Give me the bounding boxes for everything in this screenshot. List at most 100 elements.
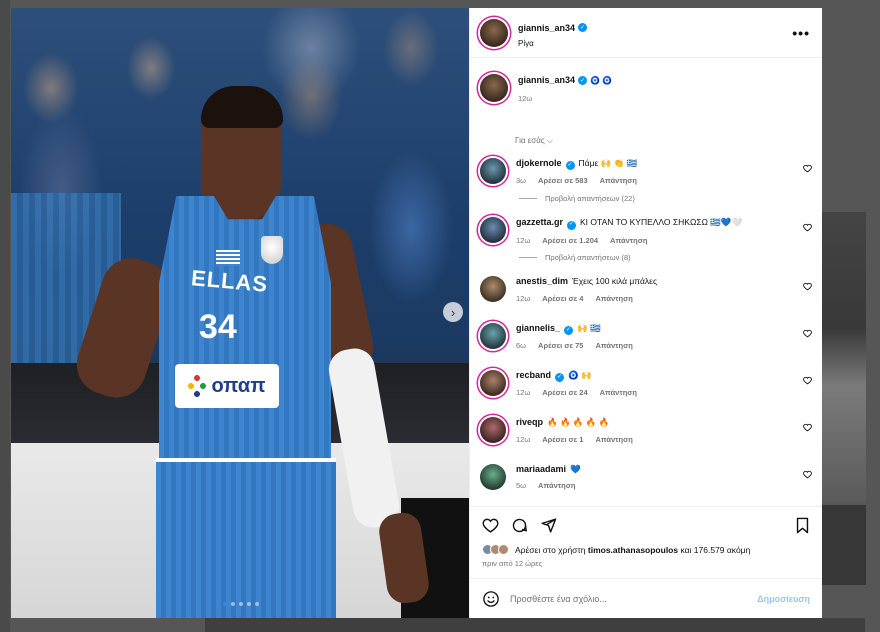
liker-username[interactable]: timos.athanasopoulos (588, 545, 678, 555)
send-icon[interactable] (540, 517, 557, 534)
verified-badge-icon: ✓ (564, 326, 574, 336)
reply-button[interactable]: Απάντηση (595, 341, 632, 351)
comment-text: ΚΙ ΟΤΑΝ ΤΟ ΚΥΠΕΛΛΟ ΣΗΚΩΣΩ 🇬🇷💙🤍 (580, 217, 743, 228)
comment-time[interactable]: 12ω (516, 294, 530, 304)
caption-time[interactable]: 12ω (518, 94, 532, 103)
heart-icon[interactable] (803, 164, 812, 173)
reply-button[interactable]: Απάντηση (600, 388, 637, 398)
slide-dot (247, 602, 251, 606)
heart-icon[interactable] (803, 282, 812, 291)
commenter-username[interactable]: mariaadami (516, 464, 566, 476)
comment-likes[interactable]: Αρέσει σε 75 (538, 341, 583, 351)
reply-button[interactable]: Απάντηση (595, 435, 632, 445)
comment-text: 🔥 🔥 🔥 🔥 🔥 (547, 417, 610, 428)
player-shorts (156, 458, 336, 618)
post-photo[interactable]: ELLAS 34 οπαπ › (11, 8, 469, 618)
comment-time[interactable]: 6ω (516, 341, 526, 351)
greek-flag-patch (216, 250, 240, 266)
reply-button[interactable]: Απάντηση (600, 176, 637, 186)
likes-summary: Αρέσει στο χρήστη timos.athanasopoulos κ… (482, 544, 810, 555)
author-username-text[interactable]: giannis_an34 (518, 23, 575, 33)
publish-button[interactable]: Δημοσίευση (757, 594, 810, 604)
commenter-username[interactable]: recband (516, 370, 551, 382)
author-username[interactable]: giannis_an34 ✓ (518, 23, 588, 33)
comment-item: recband ✓ 🧿 🙌 12ω Αρέσει σε 24 Απάντηση (480, 368, 812, 398)
heart-icon[interactable] (803, 423, 812, 432)
comment-text: 💙 (570, 463, 581, 474)
smiley-icon[interactable] (482, 590, 500, 608)
more-options-icon[interactable]: ••• (792, 25, 810, 41)
comment-item: giannelis_ ✓ 🙌 🇬🇷 6ω Αρέσει σε 75 Απάντηση (480, 321, 812, 351)
comment-thread: djokernole ✓ Πάμε 🙌 👏 🇬🇷 3ω Αρέσει σε 583 Απά… (480, 156, 812, 491)
comment-likes[interactable]: Αρέσει σε 583 (538, 176, 588, 186)
comment-item: gazzetta.gr ✓ ΚΙ ΟΤΑΝ ΤΟ ΚΥΠΕΛΛΟ ΣΗΚΩΣΩ 🇬🇷… (480, 215, 812, 245)
commenter-username[interactable]: riveqp (516, 417, 543, 429)
sort-comments-dropdown[interactable]: Για εσάς ⌵ (515, 136, 812, 146)
likes-count[interactable]: και 176.579 ακόμη (680, 545, 750, 555)
verified-badge-icon: ✓ (567, 220, 577, 230)
liker-avatars (482, 544, 509, 555)
bookmark-icon[interactable] (795, 517, 810, 534)
background-feed-image (822, 212, 866, 502)
caption-avatar[interactable] (480, 74, 508, 102)
reply-button[interactable]: Απάντηση (595, 294, 632, 304)
replies-divider (519, 257, 537, 259)
comment-time[interactable]: 3ω (516, 176, 526, 186)
commenter-username[interactable]: gazzetta.gr (516, 217, 563, 229)
commenter-avatar[interactable] (480, 463, 506, 490)
commenter-avatar[interactable] (480, 276, 506, 303)
slide-indicator (223, 602, 259, 606)
comment-text: 🧿 🙌 (568, 369, 592, 380)
comment-icon[interactable] (511, 517, 528, 534)
comment-time[interactable]: 12ω (516, 236, 530, 246)
commenter-avatar[interactable] (480, 369, 506, 396)
caption-username[interactable]: giannis_an34 ✓ 🧿 🧿 (518, 75, 612, 85)
post-modal: ELLAS 34 οπαπ › giannis_an34 ✓ Ρίγα ••• … (11, 8, 822, 618)
reply-button[interactable]: Απάντηση (538, 481, 575, 491)
view-replies-text[interactable]: Προβολή απαντήσεων (22) (545, 194, 635, 203)
post-location[interactable]: Ρίγα (518, 39, 792, 48)
add-comment-bar: Δημοσίευση (470, 578, 822, 618)
post-side-panel: giannis_an34 ✓ Ρίγα ••• giannis_an34 ✓ 🧿… (469, 8, 822, 618)
likes-prefix: Αρέσει στο χρήστη (515, 544, 586, 555)
comment-likes[interactable]: Αρέσει σε 1.204 (542, 236, 598, 246)
commenter-username[interactable]: giannelis_ (516, 323, 560, 335)
comment-item: anestis_dim Έχεις 100 κιλά μπάλες 12ω Αρέσε… (480, 274, 812, 303)
view-replies-button[interactable]: Προβολή απαντήσεων (8) (519, 253, 812, 262)
view-replies-text[interactable]: Προβολή απαντήσεων (8) (545, 253, 631, 262)
chevron-right-icon: › (450, 304, 456, 320)
comment-text: Έχεις 100 κιλά μπάλες (572, 276, 658, 287)
jersey-number: 34 (199, 308, 237, 346)
avatar (498, 544, 509, 555)
commenter-avatar[interactable] (480, 217, 506, 244)
comment-text: 🙌 🇬🇷 (577, 322, 601, 333)
comment-likes[interactable]: Αρέσει σε 1 (542, 435, 583, 445)
post-time[interactable]: πριν από 12 ώρες (482, 559, 810, 568)
heart-icon[interactable] (803, 329, 812, 338)
heart-icon[interactable] (803, 376, 812, 385)
commenter-avatar[interactable] (480, 322, 506, 349)
author-avatar[interactable] (480, 18, 508, 47)
comment-time[interactable]: 5ω (516, 481, 526, 491)
heart-icon[interactable] (803, 470, 812, 479)
heart-icon[interactable] (482, 517, 499, 534)
caption-username-text[interactable]: giannis_an34 (518, 75, 575, 85)
comment-likes[interactable]: Αρέσει σε 4 (542, 294, 583, 304)
commenter-avatar[interactable] (480, 158, 506, 184)
next-slide-button[interactable]: › (443, 302, 463, 322)
comment-time[interactable]: 12ω (516, 388, 530, 398)
commenter-username[interactable]: anestis_dim (516, 276, 568, 288)
comments-list[interactable]: giannis_an34 ✓ 🧿 🧿 12ω Για εσάς ⌵ djoker… (470, 58, 822, 506)
heart-icon[interactable] (803, 223, 812, 232)
slide-dot (255, 602, 259, 606)
commenter-username[interactable]: djokernole (516, 158, 562, 170)
comment-input[interactable] (510, 593, 748, 604)
comment-time[interactable]: 12ω (516, 435, 530, 445)
reply-button[interactable]: Απάντηση (610, 236, 647, 246)
caption-text: 🧿 🧿 (590, 75, 613, 85)
player-jersey (159, 196, 331, 486)
comment-text: Πάμε 🙌 👏 🇬🇷 (578, 158, 638, 168)
commenter-avatar[interactable] (480, 417, 506, 444)
view-replies-button[interactable]: Προβολή απαντήσεων (22) (519, 194, 812, 203)
comment-likes[interactable]: Αρέσει σε 24 (542, 388, 587, 398)
